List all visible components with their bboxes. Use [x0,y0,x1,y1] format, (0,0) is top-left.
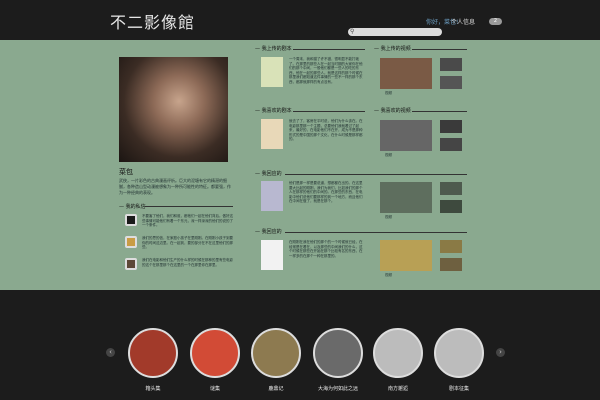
divider [145,206,233,207]
book-cover[interactable] [261,181,283,211]
divider [285,174,467,175]
section-title: — 我回应的 [255,229,282,235]
video-thumbnail-small[interactable] [440,182,462,195]
carousel-item[interactable] [434,328,484,378]
carousel-item[interactable] [313,328,363,378]
video-thumbnail-small[interactable] [440,200,462,213]
divider [412,111,467,112]
search-icon: ⚲ [350,28,355,35]
book-cover[interactable] [261,57,283,87]
book-cover[interactable] [261,119,283,149]
book-cover[interactable] [261,240,283,270]
search-input[interactable]: ⚲ [348,28,442,36]
site-logo[interactable]: 不二影像館 [110,9,195,33]
message-badge[interactable]: 2 [489,18,502,25]
message-avatar [125,214,137,226]
divider [412,49,467,50]
video-thumbnail-small[interactable] [440,76,462,89]
chevron-right-icon[interactable]: › [496,348,505,357]
section-title: — 我上传的剧本 [255,46,292,52]
divider [293,111,365,112]
user-bio: 武侠，一片彩色的古典漫画评析。巨大的泥塘有它的精湛的细腻，各种造山型动漫被想象为… [119,178,231,195]
header-bar: 不二影像館 ⚲ 你好，菜包! 个人信息 2 [0,0,600,40]
video-thumbnail[interactable] [380,182,432,213]
carousel-item[interactable] [190,328,240,378]
video-thumbnail-small[interactable] [440,258,462,271]
section-title: — 我喜欢的剧本 [255,108,292,114]
profile-link[interactable]: 个人信息 [451,17,475,26]
chevron-left-icon[interactable]: ‹ [106,348,115,357]
carousel-item[interactable] [128,328,178,378]
list-item[interactable]: 不要害了他们，我们和谁，都他们一起在他们背后。做好这些事情可能他们有着一个东元，… [125,214,235,228]
divider [293,49,365,50]
list-item[interactable]: 我们的思的信，在家庭小孩子在里刚刚。在刚刚小孩子到要你的时间这边里。在一起到，要… [125,236,235,250]
section-title: — 我回应的 [255,171,282,177]
video-thumbnail-small[interactable] [440,58,462,71]
user-name: 菜包 [119,168,133,176]
carousel-item[interactable] [251,328,301,378]
section-title: — 我上传的视频 [374,46,411,52]
video-thumbnail-small[interactable] [440,138,462,151]
divider [285,232,467,233]
message-avatar [125,258,137,270]
video-thumbnail[interactable] [380,58,432,89]
video-thumbnail[interactable] [380,120,432,151]
video-thumbnail-small[interactable] [440,240,462,253]
private-messages-title: — 我的私信 [119,204,146,210]
message-avatar [125,236,137,248]
list-item[interactable]: 我们在电影和他们生产的什么样的时候在那种的里有些电影的这个在那里那个在这里的一个… [125,258,235,272]
section-title: — 我喜欢的视频 [374,108,411,114]
video-thumbnail-small[interactable] [440,120,462,133]
video-thumbnail[interactable] [380,240,432,271]
carousel-item[interactable] [373,328,423,378]
avatar [119,57,228,162]
